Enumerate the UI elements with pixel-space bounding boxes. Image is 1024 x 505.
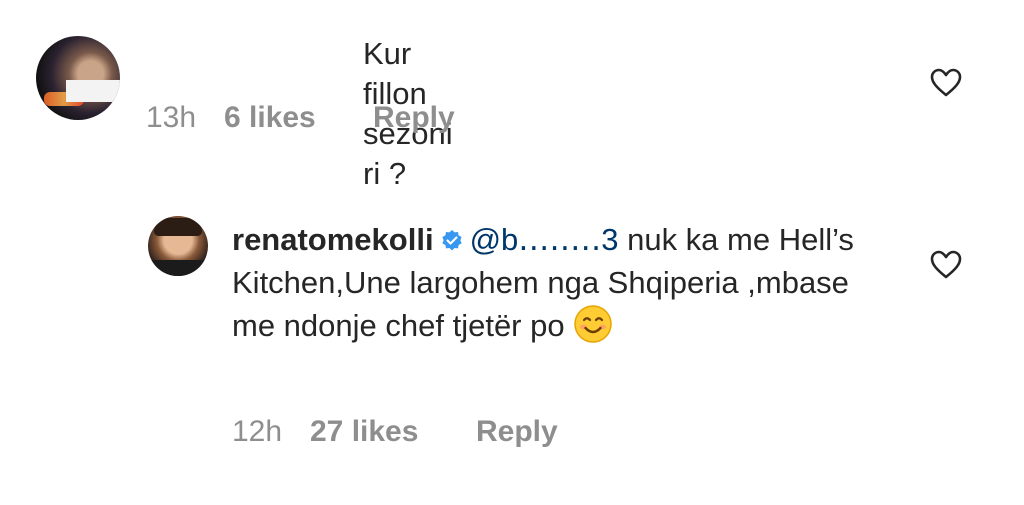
heart-outline-icon[interactable]: [930, 250, 962, 280]
comment-timestamp: 12h: [232, 415, 283, 448]
comment-body: renatomekolli @b․․․․․․․․3 nuk ka me Hell…: [232, 218, 872, 347]
user-avatar[interactable]: [36, 36, 120, 120]
verified-badge-icon: [441, 230, 462, 251]
avatar-censor-block: [66, 80, 120, 102]
reply-button[interactable]: Reply: [476, 414, 558, 450]
mention-link[interactable]: @b․․․․․․․․3: [470, 222, 619, 257]
heart-outline-icon[interactable]: [930, 68, 962, 98]
avatar-shirt: [148, 260, 208, 276]
renatomekolli-avatar[interactable]: [148, 216, 208, 276]
smiling-face-emoji: [573, 305, 612, 343]
comment-timestamp: 13h: [146, 101, 197, 134]
reply-button[interactable]: Reply: [373, 100, 455, 136]
username-link[interactable]: renatomekolli: [232, 222, 434, 257]
likes-count[interactable]: 27 likes: [310, 414, 418, 450]
likes-count[interactable]: 6 likes: [224, 100, 316, 136]
avatar-hair: [154, 218, 202, 236]
